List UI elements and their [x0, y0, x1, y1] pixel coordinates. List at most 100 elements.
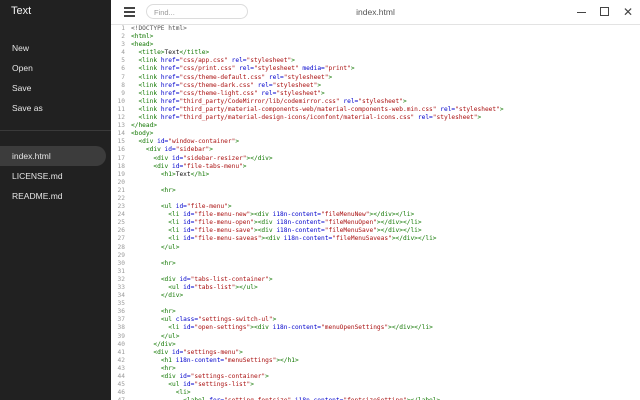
code-line[interactable]: 5 <link href="css/app.css" rel="styleshe… — [111, 57, 640, 65]
code-line[interactable]: 22 — [111, 195, 640, 203]
line-text: <hr> — [131, 187, 176, 195]
line-number: 43 — [117, 364, 125, 372]
code-line[interactable]: 19 <h1>Text</h1> — [111, 171, 640, 179]
code-token: <h1 — [160, 356, 176, 364]
code-token: "sidebar" — [175, 146, 210, 154]
code-line[interactable]: 42 <h1 i18n-content="menuSettings"></h1> — [111, 357, 640, 365]
minimize-icon[interactable] — [574, 4, 590, 20]
search-input[interactable]: Find... — [146, 4, 248, 19]
line-number: 40 — [117, 340, 125, 348]
tab-license-md[interactable]: LICENSE.md — [0, 166, 111, 186]
code-line[interactable]: 37 <ul class="settings-switch-ul"> — [111, 316, 640, 324]
code-line[interactable]: 36 <hr> — [111, 308, 640, 316]
code-line[interactable]: 46 <li> — [111, 389, 640, 397]
code-line[interactable]: 43 <hr> — [111, 365, 640, 373]
code-token: id= — [172, 162, 184, 170]
code-line[interactable]: 10 <link href="third_party/CodeMirror/li… — [111, 98, 640, 106]
code-line[interactable]: 13 </head> — [111, 122, 640, 130]
code-line[interactable]: 40 </div> — [111, 341, 640, 349]
code-line[interactable]: 16 <div id="sidebar"> — [111, 146, 640, 154]
code-line[interactable]: 9 <link href="css/theme-light.css" rel="… — [111, 90, 640, 98]
line-number: 11 — [117, 105, 125, 113]
code-token: "fileMenuSave" — [324, 227, 377, 235]
code-line[interactable]: 32 <div id="tabs-list-container"> — [111, 276, 640, 284]
code-line[interactable]: 24 <li id="file-menu-new"><div i18n-cont… — [111, 211, 640, 219]
code-line[interactable]: 35 — [111, 300, 640, 308]
tab-readme-md[interactable]: README.md — [0, 186, 111, 206]
code-line[interactable]: 34 </div> — [111, 292, 640, 300]
code-line[interactable]: 4 <title>Text</title> — [111, 49, 640, 57]
code-token: "stylesheet" — [358, 97, 403, 105]
code-editor[interactable]: 1 <!DOCTYPE html> 2 <html> 3 <head> 4 <title>T… — [111, 25, 640, 400]
code-line[interactable]: 17 <div id="sidebar-resizer"></div> — [111, 155, 640, 163]
code-line[interactable]: 33 <ul id="tabs-list"></ul> — [111, 284, 640, 292]
code-token: <link — [138, 105, 161, 113]
code-token: <hr> — [160, 259, 176, 267]
line-text: <hr> — [131, 308, 176, 316]
code-line[interactable]: 6 <link href="css/print.css" rel="styles… — [111, 65, 640, 73]
code-token: href= — [160, 65, 180, 73]
code-line[interactable]: 25 <li id="file-menu-open"><div i18n-con… — [111, 219, 640, 227]
code-line[interactable]: 3 <head> — [111, 41, 640, 49]
code-token: > — [235, 138, 240, 146]
code-line[interactable]: 2 <html> — [111, 33, 640, 41]
code-token: <li — [168, 219, 184, 227]
line-number: 25 — [117, 219, 125, 227]
code-line[interactable]: 27 <li id="file-menu-saveas"><div i18n-c… — [111, 235, 640, 243]
code-token: rel= — [235, 65, 254, 73]
code-token: "css/theme-light.css" — [179, 89, 258, 97]
menu-item-save-as[interactable]: Save as — [0, 98, 111, 118]
code-content[interactable]: 1 <!DOCTYPE html> 2 <html> 3 <head> 4 <title>T… — [111, 25, 640, 400]
line-text: </div> — [131, 292, 183, 300]
code-token: Text — [164, 49, 180, 57]
code-line[interactable]: 1 <!DOCTYPE html> — [111, 25, 640, 33]
code-line[interactable]: 30 <hr> — [111, 260, 640, 268]
code-token: <ul — [160, 316, 176, 324]
code-token: <link — [138, 57, 161, 65]
code-line[interactable]: 8 <link href="css/theme-dark.css" rel="s… — [111, 82, 640, 90]
menu-item-new[interactable]: New — [0, 38, 111, 58]
code-line[interactable]: 38 <li id="open-settings"><div i18n-cont… — [111, 324, 640, 332]
line-text: <link href="css/theme-dark.css" rel="sty… — [131, 82, 321, 90]
code-line[interactable]: 7 <link href="css/theme-default.css" rel… — [111, 74, 640, 82]
code-line[interactable]: 28 </ul> — [111, 244, 640, 252]
maximize-icon[interactable] — [597, 4, 613, 20]
code-line[interactable]: 44 <div id="settings-container"> — [111, 373, 640, 381]
line-number: 24 — [117, 211, 125, 219]
code-line[interactable]: 45 <ul id="settings-list"> — [111, 381, 640, 389]
line-number: 31 — [117, 267, 125, 275]
code-line[interactable]: 15 <div id="window-container"> — [111, 138, 640, 146]
code-line[interactable]: 14 <body> — [111, 130, 640, 138]
code-line[interactable]: 26 <li id="file-menu-save"><div i18n-con… — [111, 227, 640, 235]
menu-item-open[interactable]: Open — [0, 58, 111, 78]
code-line[interactable]: 18 <div id="file-tabs-menu"> — [111, 163, 640, 171]
close-icon[interactable]: ✕ — [620, 4, 636, 20]
code-line[interactable]: 21 <hr> — [111, 187, 640, 195]
code-token: <link — [138, 65, 161, 73]
code-token: id= — [183, 324, 195, 332]
code-line[interactable]: 39 </ul> — [111, 333, 640, 341]
line-text: <li id="file-menu-save"><div i18n-conten… — [131, 227, 421, 235]
code-line[interactable]: 31 — [111, 268, 640, 276]
code-line[interactable]: 23 <ul id="file-menu"> — [111, 203, 640, 211]
code-token: </title> — [179, 49, 210, 57]
code-line[interactable]: 20 — [111, 179, 640, 187]
hamburger-menu-icon[interactable] — [124, 7, 135, 17]
code-line[interactable]: 41 <div id="settings-menu"> — [111, 349, 640, 357]
line-number: 35 — [117, 300, 125, 308]
code-line[interactable]: 29 — [111, 252, 640, 260]
menu-item-save[interactable]: Save — [0, 78, 111, 98]
tab-index-html[interactable]: index.html — [0, 146, 106, 166]
code-token: <div — [160, 373, 180, 381]
code-line[interactable]: 11 <link href="third_party/material-comp… — [111, 106, 640, 114]
code-line[interactable]: 12 <link href="third_party/material-desi… — [111, 114, 640, 122]
line-number: 3 — [121, 41, 125, 49]
code-token: id= — [179, 275, 191, 283]
